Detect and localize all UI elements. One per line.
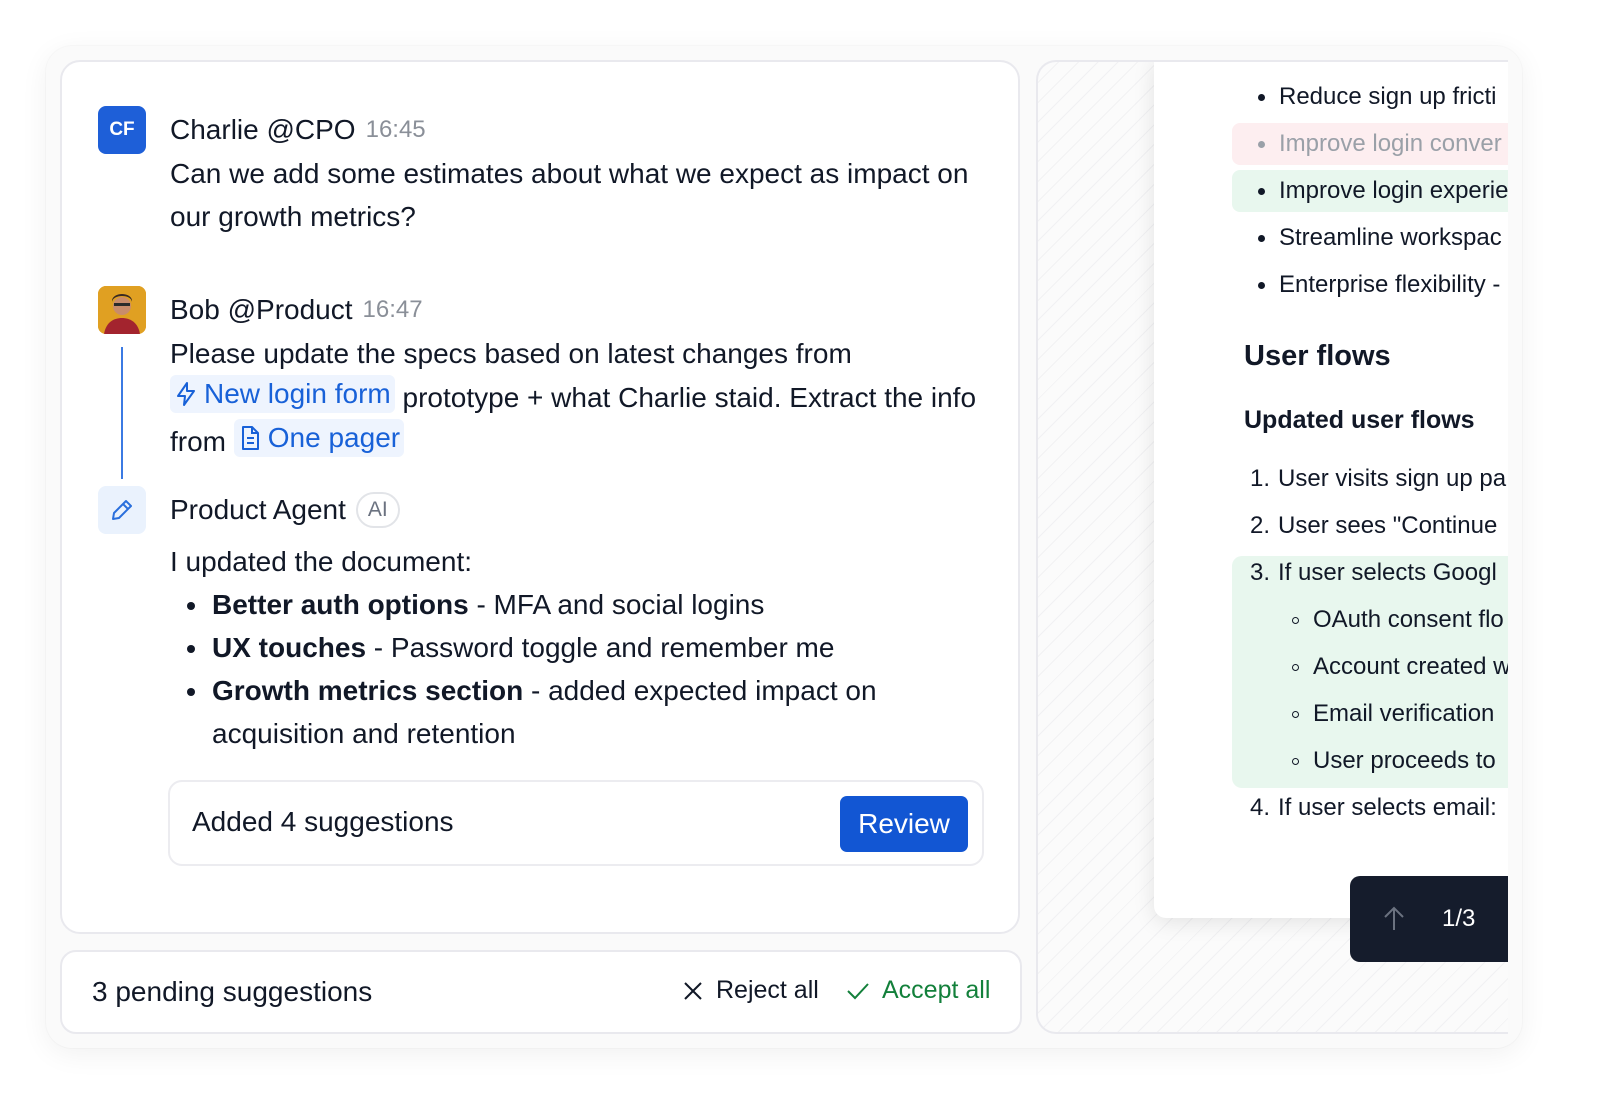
list-item: UX touches - Password toggle and remembe… bbox=[210, 626, 988, 669]
doc-bullet: Reduce sign up fricti bbox=[1232, 76, 1508, 118]
timestamp: 16:47 bbox=[362, 296, 423, 323]
list-item: Better auth options - MFA and social log… bbox=[210, 583, 988, 626]
doc-step: 4. If user selects email: bbox=[1250, 794, 1497, 821]
changes-list: Better auth options - MFA and social log… bbox=[170, 583, 988, 755]
ai-badge: AI bbox=[355, 492, 400, 528]
doc-bullet-added[interactable]: Improve login experie bbox=[1232, 170, 1508, 212]
suggestion-pager: 1/3 bbox=[1350, 876, 1508, 962]
message-text: Can we add some estimates about what we … bbox=[170, 158, 969, 232]
timestamp: 16:45 bbox=[365, 116, 426, 143]
reject-all-label: Reject all bbox=[716, 976, 819, 1004]
doc-substep: User proceeds to bbox=[1232, 740, 1508, 782]
person-photo-icon bbox=[98, 286, 146, 334]
author-name: Bob @Product bbox=[170, 294, 353, 325]
doc-step: 1. User visits sign up pa bbox=[1250, 465, 1507, 492]
doc-subheading: Updated user flows bbox=[1244, 406, 1475, 434]
pending-count: 3 pending suggestions bbox=[92, 976, 373, 1007]
reject-all-button[interactable]: Reject all bbox=[682, 976, 819, 1005]
doc-substep: Email verification bbox=[1232, 693, 1508, 735]
author-name: Product Agent bbox=[170, 494, 346, 525]
doc-bullet-removed[interactable]: Improve login conver bbox=[1232, 123, 1508, 165]
message-text-part: Please update the specs based on latest … bbox=[170, 338, 852, 369]
accept-all-button[interactable]: Accept all bbox=[846, 976, 990, 1005]
doc-bullet: Enterprise flexibility - bbox=[1232, 264, 1508, 306]
doc-bullet: Streamline workspac bbox=[1232, 217, 1508, 259]
message-header: Product Agent AI bbox=[170, 492, 988, 528]
doc-substep: OAuth consent flo bbox=[1232, 599, 1508, 641]
prototype-link-chip[interactable]: New login form bbox=[170, 375, 395, 413]
close-icon bbox=[684, 981, 702, 1000]
doc-heading: User flows bbox=[1244, 340, 1391, 372]
doc-step: 2. User sees "Continue bbox=[1250, 512, 1498, 539]
list-item: Growth metrics section - added expected … bbox=[210, 669, 988, 755]
lightning-icon bbox=[177, 382, 195, 406]
author-name: Charlie @CPO bbox=[170, 114, 356, 145]
pending-suggestions-bar: 3 pending suggestions Reject all Accept … bbox=[60, 950, 1022, 1034]
arrow-up-icon[interactable] bbox=[1382, 906, 1406, 932]
message-intro: I updated the document: bbox=[170, 546, 472, 577]
message-header: Bob @Product 16:47 bbox=[170, 292, 988, 328]
check-icon bbox=[847, 982, 869, 999]
pencil-icon bbox=[112, 500, 132, 520]
message-text: Please update the specs based on latest … bbox=[170, 332, 988, 463]
avatar: CF bbox=[98, 106, 146, 154]
avatar bbox=[98, 286, 146, 334]
message-header: Charlie @CPO 16:45 bbox=[170, 112, 988, 148]
avatar bbox=[98, 486, 146, 534]
doc-step-added: 3. If user selects Googl bbox=[1250, 559, 1497, 586]
thread-connector bbox=[121, 347, 123, 479]
document-link-chip[interactable]: One pager bbox=[233, 419, 405, 457]
avatar-initials: CF bbox=[109, 119, 135, 140]
document-preview-panel: Reduce sign up fricti Improve login conv… bbox=[1036, 60, 1508, 1034]
doc-substep: Account created w bbox=[1232, 646, 1508, 688]
chip-label: New login form bbox=[204, 378, 391, 409]
pager-position: 1/3 bbox=[1442, 905, 1476, 932]
chip-label: One pager bbox=[267, 422, 401, 453]
document-page[interactable]: Reduce sign up fricti Improve login conv… bbox=[1154, 62, 1508, 918]
suggestions-card: Added 4 suggestions Review bbox=[168, 780, 984, 866]
suggestions-summary: Added 4 suggestions bbox=[192, 806, 454, 837]
document-icon bbox=[241, 426, 259, 450]
accept-all-label: Accept all bbox=[882, 976, 991, 1004]
review-button[interactable]: Review bbox=[840, 796, 968, 852]
